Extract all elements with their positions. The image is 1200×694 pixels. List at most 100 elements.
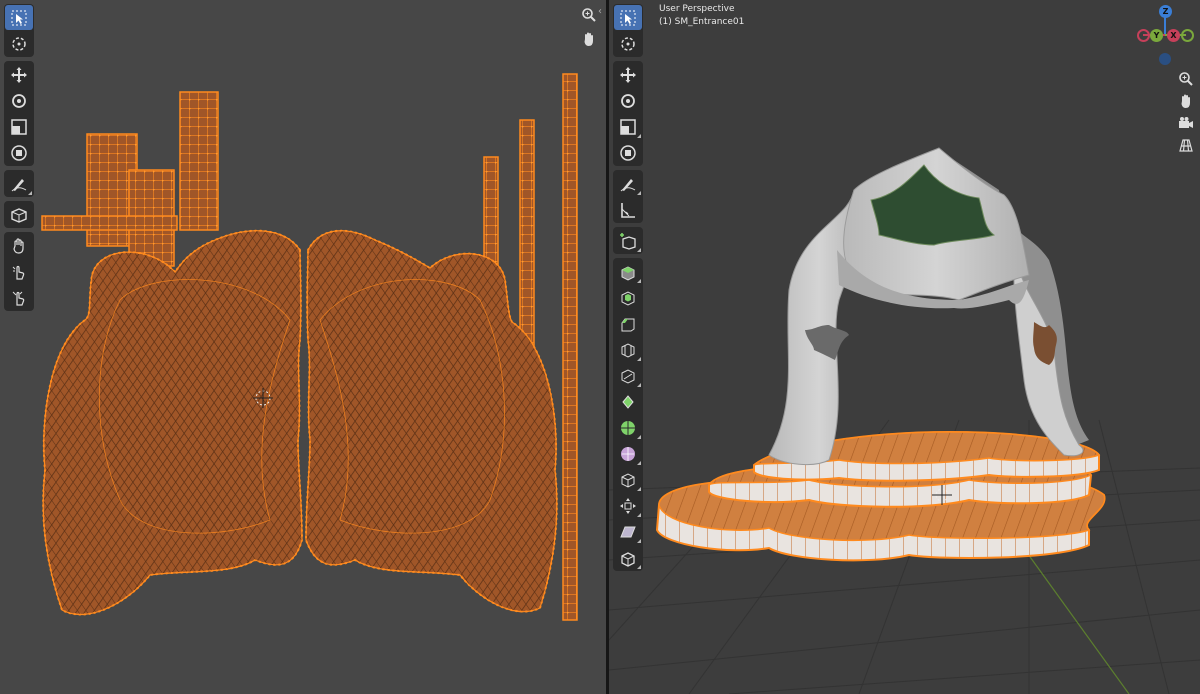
extrude-tool[interactable] [614, 259, 642, 284]
transform-tool[interactable] [614, 140, 642, 165]
viewport-pan-button[interactable] [1175, 90, 1197, 112]
camera-icon [1179, 117, 1193, 128]
rip-region-tool[interactable] [5, 202, 33, 227]
grab-tool[interactable] [5, 233, 33, 258]
gizmo-x-axis[interactable]: X [1167, 29, 1180, 42]
submenu-corner [637, 487, 641, 491]
spin-tool[interactable] [614, 415, 642, 440]
loop-cut-icon [621, 342, 635, 358]
annotate-tool[interactable] [5, 171, 33, 196]
uv-zoom-button[interactable] [578, 4, 600, 26]
submenu-corner [637, 279, 641, 283]
viewport-toolbar [613, 4, 643, 571]
relax-tool[interactable] [5, 259, 33, 284]
submenu-corner [637, 461, 641, 465]
add-cube-tool[interactable] [614, 228, 642, 253]
viewport-canvas[interactable] [609, 0, 1200, 694]
pan-hand-icon [1181, 94, 1190, 108]
submenu-corner [28, 191, 32, 195]
submenu-corner [637, 134, 641, 138]
poly-build-tool[interactable] [614, 389, 642, 414]
smooth-tool[interactable] [614, 441, 642, 466]
move-tool[interactable] [614, 62, 642, 87]
pinch-tool[interactable] [5, 285, 33, 310]
submenu-corner [637, 357, 641, 361]
smooth-icon [621, 446, 635, 461]
select-box-tool[interactable] [5, 5, 33, 30]
shear-tool[interactable] [614, 519, 642, 544]
submenu-corner [637, 248, 641, 252]
cursor-tool[interactable] [5, 31, 33, 56]
submenu-corner [637, 383, 641, 387]
cursor-select-icon [11, 10, 27, 25]
knife-icon [621, 368, 635, 384]
grab-icon [13, 237, 24, 254]
move-tool[interactable] [5, 62, 33, 87]
uv-editor-pane[interactable]: ‹ [0, 0, 606, 694]
add-cube-icon [620, 232, 636, 250]
inset-icon [621, 290, 635, 306]
viewport-camera-button[interactable] [1175, 112, 1197, 134]
rotate-tool[interactable] [5, 88, 33, 113]
viewport-ortho-button[interactable] [1175, 134, 1197, 156]
bevel-tool[interactable] [614, 311, 642, 336]
uv-canvas[interactable] [0, 0, 606, 694]
knife-tool[interactable] [614, 363, 642, 388]
move-icon [11, 66, 27, 83]
rip-tool[interactable] [614, 545, 642, 570]
annotate-tool[interactable] [614, 171, 642, 196]
extrude-icon [621, 265, 635, 281]
uv-island-right [304, 229, 558, 613]
submenu-corner [637, 435, 641, 439]
uv-pan-button[interactable] [578, 28, 600, 50]
loop-cut-tool[interactable] [614, 337, 642, 362]
3d-cursor-icon [12, 36, 26, 51]
submenu-corner [637, 191, 641, 195]
submenu-corner [637, 539, 641, 543]
gizmo-neg-z-axis[interactable] [1159, 53, 1171, 65]
rotate-icon [621, 93, 635, 108]
gizmo-y-axis[interactable]: Y [1150, 29, 1163, 42]
measure-icon [621, 202, 635, 218]
stepped-platform[interactable] [655, 430, 1106, 562]
3d-viewport-pane[interactable]: User Perspective (1) SM_Entrance01 Z Y X [609, 0, 1200, 694]
viewport-title: User Perspective [659, 4, 735, 14]
measure-tool[interactable] [614, 197, 642, 222]
edge-slide-tool[interactable] [614, 467, 642, 492]
scale-tool[interactable] [5, 114, 33, 139]
shear-icon [620, 526, 636, 537]
3d-cursor-icon [621, 36, 635, 51]
inset-tool[interactable] [614, 285, 642, 310]
uv-toolbar [4, 4, 34, 311]
rotate-icon [12, 93, 26, 108]
arch-mesh[interactable] [768, 147, 1089, 465]
edge-slide-icon [621, 472, 635, 488]
scale-icon [11, 118, 27, 135]
scale-tool[interactable] [614, 114, 642, 139]
transform-icon [620, 144, 636, 161]
viewport-zoom-button[interactable] [1175, 68, 1197, 90]
gizmo-z-axis[interactable]: Z [1159, 5, 1172, 18]
rip-icon [11, 207, 27, 223]
gizmo-neg-y-axis[interactable] [1181, 29, 1194, 42]
annotate-icon [11, 178, 27, 191]
chevron-left-icon[interactable]: ‹ [598, 6, 602, 17]
shrink-fatten-icon [620, 497, 636, 514]
ortho-grid-icon [1179, 139, 1193, 152]
zoom-icon [1179, 72, 1193, 86]
pinch-icon [12, 291, 25, 306]
rotate-tool[interactable] [614, 88, 642, 113]
move-icon [620, 66, 636, 83]
gizmo-neg-x-axis[interactable] [1137, 29, 1150, 42]
submenu-corner [637, 565, 641, 569]
rip-icon [621, 551, 635, 567]
zoom-icon [582, 8, 596, 22]
uv-island-left [42, 229, 304, 616]
shrink-fatten-tool[interactable] [614, 493, 642, 518]
cursor-tool[interactable] [614, 31, 642, 56]
bevel-icon [621, 318, 635, 331]
select-box-tool[interactable] [614, 5, 642, 30]
spin-icon [621, 420, 635, 435]
submenu-corner [637, 513, 641, 517]
transform-tool[interactable] [5, 140, 33, 165]
